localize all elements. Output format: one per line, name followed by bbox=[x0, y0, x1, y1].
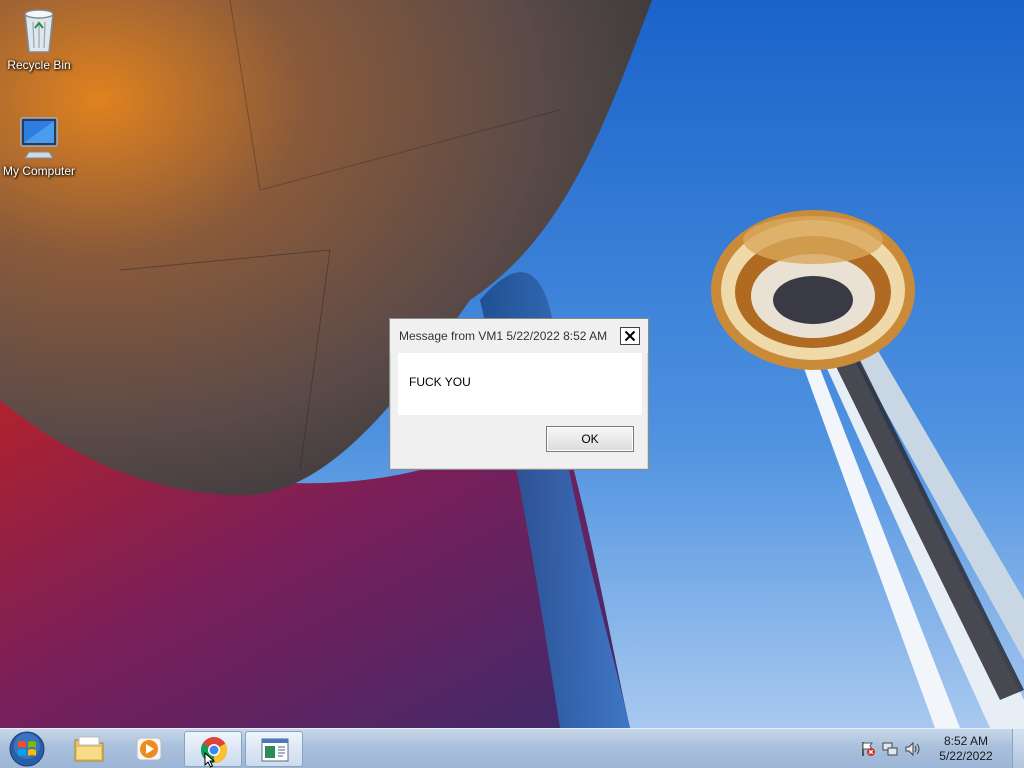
system-tray: 8:52 AM 5/22/2022 bbox=[854, 729, 1024, 768]
message-dialog: Message from VM1 5/22/2022 8:52 AM FUCK … bbox=[389, 318, 649, 470]
ok-button[interactable]: OK bbox=[546, 426, 634, 452]
my-computer-label: My Computer bbox=[2, 164, 76, 178]
dialog-body: FUCK YOU bbox=[398, 353, 642, 415]
dialog-close-button[interactable] bbox=[620, 327, 640, 345]
taskbar: 8:52 AM 5/22/2022 bbox=[0, 728, 1024, 768]
recycle-bin-label: Recycle Bin bbox=[7, 58, 71, 72]
dialog-title: Message from VM1 5/22/2022 8:52 AM bbox=[399, 329, 608, 343]
taskbar-explorer-button[interactable] bbox=[60, 731, 118, 767]
taskbar-app-button[interactable] bbox=[245, 731, 303, 767]
action-center-flag-icon[interactable] bbox=[860, 741, 876, 760]
clock-time: 8:52 AM bbox=[943, 734, 989, 748]
close-icon bbox=[624, 330, 636, 342]
dialog-message: FUCK YOU bbox=[409, 375, 471, 389]
start-button[interactable] bbox=[4, 730, 50, 768]
taskbar-media-player-button[interactable] bbox=[120, 731, 178, 767]
computer-icon bbox=[15, 112, 63, 162]
recycle-bin-icon bbox=[15, 6, 63, 56]
clock-date: 5/22/2022 bbox=[939, 749, 993, 763]
dialog-titlebar[interactable]: Message from VM1 5/22/2022 8:52 AM bbox=[390, 319, 648, 353]
windows-start-icon bbox=[4, 731, 50, 768]
mouse-cursor-icon bbox=[204, 751, 216, 768]
desktop-icon-recycle-bin[interactable]: Recycle Bin bbox=[0, 6, 78, 72]
taskbar-clock[interactable]: 8:52 AM 5/22/2022 bbox=[926, 734, 1006, 764]
volume-icon[interactable] bbox=[904, 741, 920, 760]
desktop-icon-my-computer[interactable]: My Computer bbox=[0, 112, 78, 178]
show-desktop-button[interactable] bbox=[1012, 729, 1024, 768]
network-icon[interactable] bbox=[882, 741, 898, 760]
